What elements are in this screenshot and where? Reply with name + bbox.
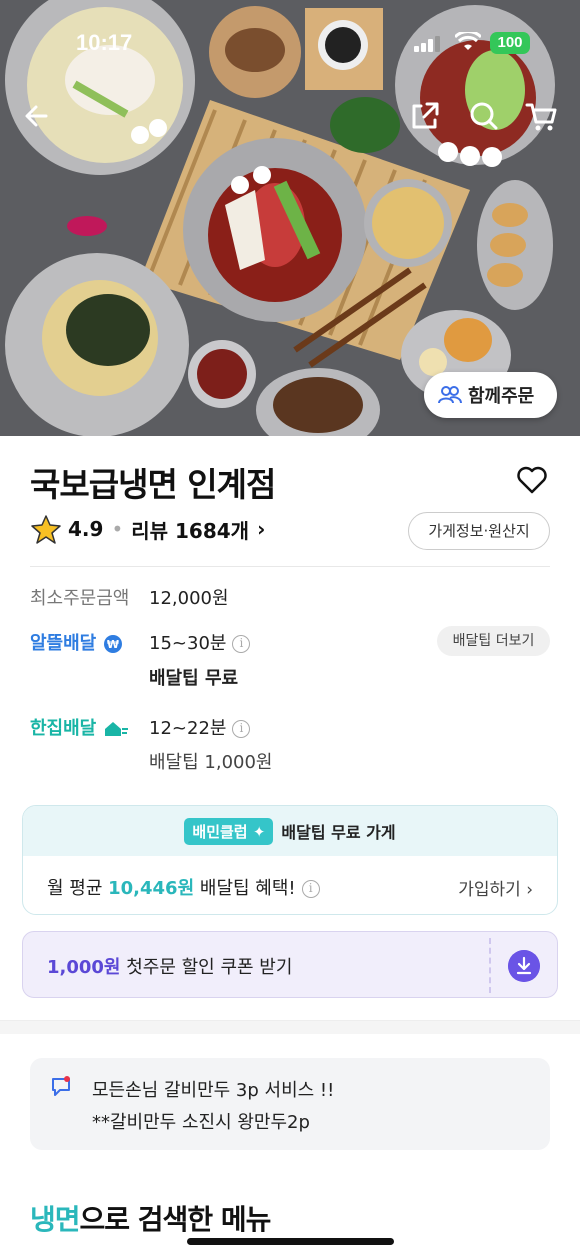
section-separator xyxy=(0,1020,580,1034)
info-icon[interactable]: i xyxy=(232,635,251,653)
club-badge: 배민클럽 ✦ xyxy=(184,817,274,845)
divider xyxy=(30,566,550,567)
menu-search-heading: 냉면으로 검색한 메뉴 xyxy=(30,1203,271,1236)
rating-score: 4.9 xyxy=(68,517,104,541)
back-arrow-icon[interactable] xyxy=(18,96,58,136)
together-order-label: 함께주문 xyxy=(468,386,535,407)
club-benefit-amount: 10,446원 xyxy=(108,878,195,899)
info-icon[interactable]: i xyxy=(232,720,251,738)
single-delivery-brand: 한집배달 xyxy=(30,714,129,740)
club-headline: 배달팁 무료 가게 xyxy=(281,823,396,842)
delivery-tip-more-button[interactable]: 배달팁 더보기 xyxy=(437,626,550,656)
cellular-signal-icon xyxy=(414,36,440,52)
store-hero-image: 10:17 100 함께주문 xyxy=(0,0,580,436)
review-count-link[interactable]: 리뷰 1684개 xyxy=(131,515,249,544)
store-name: 국보급냉면 인계점 xyxy=(30,465,276,504)
chevron-right-icon: › xyxy=(257,517,266,541)
notice-line-2: **갈비만두 소진시 왕만두2p xyxy=(92,1112,310,1133)
club-benefit-row: 월 평균 10,446원 배달팁 혜택! i 가입하기 › xyxy=(23,856,557,914)
saver-delivery-time: 15~30분 xyxy=(149,633,227,654)
people-icon xyxy=(438,386,462,404)
search-keyword: 냉면 xyxy=(30,1203,81,1236)
single-delivery-time-row: 12~22분 i xyxy=(149,714,251,740)
store-notice[interactable]: 모든손님 갈비만두 3p 서비스 !! **갈비만두 소진시 왕만두2p xyxy=(30,1058,550,1150)
notice-line-1: 모든손님 갈비만두 3p 서비스 !! xyxy=(92,1080,335,1101)
info-icon[interactable]: i xyxy=(301,880,320,898)
separator-dot: • xyxy=(111,517,124,541)
together-order-button[interactable]: 함께주문 xyxy=(424,372,557,418)
club-header: 배민클럽 ✦ 배달팁 무료 가게 xyxy=(23,806,557,856)
home-indicator[interactable] xyxy=(187,1238,394,1245)
min-order-label: 최소주문금액 xyxy=(30,588,130,609)
share-icon[interactable] xyxy=(405,96,445,136)
notice-speech-icon xyxy=(52,1076,70,1096)
saver-delivery-tip: 배달팁 무료 xyxy=(149,668,239,689)
club-benefit-text: 월 평균 10,446원 배달팁 혜택! i xyxy=(47,874,320,900)
min-order-value: 12,000원 xyxy=(149,588,229,609)
chevron-right-icon: › xyxy=(526,880,533,900)
won-coin-icon: ₩ xyxy=(103,635,122,653)
single-delivery-time: 12~22분 xyxy=(149,718,227,739)
download-icon[interactable] xyxy=(508,950,540,982)
search-icon[interactable] xyxy=(464,96,504,136)
club-join-link[interactable]: 가입하기 › xyxy=(458,875,533,900)
single-delivery-tip: 배달팁 1,000원 xyxy=(149,752,273,773)
coupon-text: 1,000원 첫주문 할인 쿠폰 받기 xyxy=(47,957,293,978)
saver-delivery-brand: 알뜰배달 ₩ xyxy=(30,629,123,655)
favorite-heart-icon[interactable] xyxy=(516,465,548,495)
coupon-amount: 1,000원 xyxy=(47,957,121,978)
food-photo xyxy=(0,0,580,436)
rating-row: 4.9 • 리뷰 1684개 › xyxy=(30,514,265,544)
coupon-perforation xyxy=(489,938,491,993)
status-bar: 10:17 100 xyxy=(0,28,580,60)
saver-delivery-time-row: 15~30분 i xyxy=(149,629,251,655)
first-order-coupon[interactable]: 1,000원 첫주문 할인 쿠폰 받기 xyxy=(22,931,558,998)
svg-text:₩: ₩ xyxy=(106,638,118,651)
status-time: 10:17 xyxy=(76,30,133,55)
store-info-origin-button[interactable]: 가게정보·원산지 xyxy=(408,512,550,550)
battery-indicator: 100 xyxy=(490,32,530,54)
home-delivery-icon xyxy=(104,722,128,736)
wifi-icon xyxy=(455,32,481,50)
baemin-club-card[interactable]: 배민클럽 ✦ 배달팁 무료 가게 월 평균 10,446원 배달팁 혜택! i 가… xyxy=(22,805,558,915)
star-icon xyxy=(31,515,61,544)
single-delivery-label: 한집배달 xyxy=(30,718,97,739)
saver-delivery-label: 알뜰배달 xyxy=(30,633,97,654)
cart-icon[interactable] xyxy=(522,96,562,136)
